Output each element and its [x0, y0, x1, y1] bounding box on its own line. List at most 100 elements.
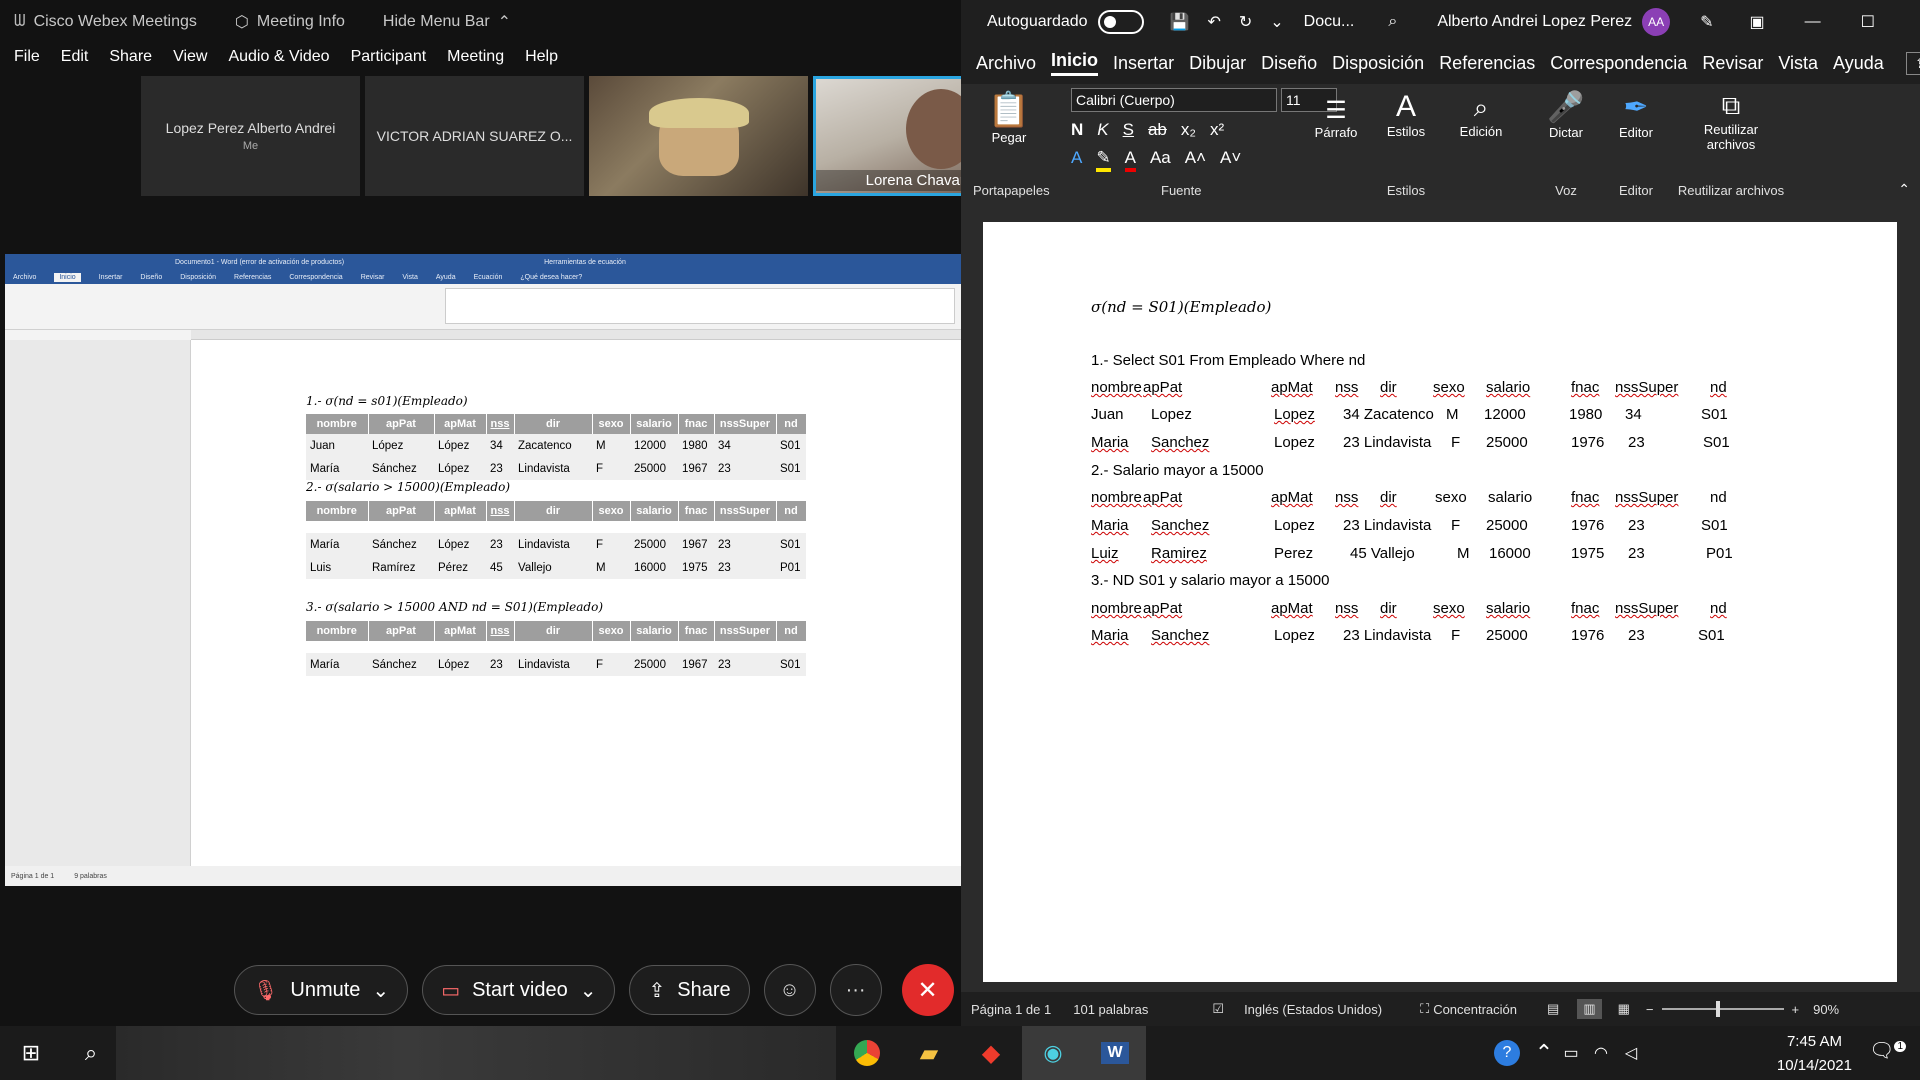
- maximize-icon[interactable]: ☐: [1861, 12, 1875, 32]
- autosave-toggle[interactable]: [1097, 10, 1144, 34]
- chevron-down-icon[interactable]: ⌄: [372, 978, 389, 1003]
- hide-menu-bar-button[interactable]: Hide Menu Bar ⌃: [383, 12, 511, 32]
- zoom-out-icon[interactable]: −: [1646, 1002, 1654, 1017]
- search-icon[interactable]: ⌕: [1474, 92, 1489, 124]
- print-layout-icon[interactable]: ▥: [1577, 999, 1602, 1019]
- reuse-label[interactable]: Reutilizar archivos: [1691, 122, 1771, 152]
- leave-meeting-button[interactable]: ✕: [901, 964, 954, 1016]
- document-name[interactable]: Docu...: [1304, 13, 1355, 31]
- tab-referencias[interactable]: Referencias: [1439, 53, 1535, 74]
- focus-icon[interactable]: ⛶: [1420, 1001, 1429, 1017]
- unmute-button[interactable]: 🎙 Unmute ⌄: [234, 965, 409, 1015]
- zoom-thumb[interactable]: [1715, 1001, 1720, 1017]
- reuse-files-icon[interactable]: ⧉: [1722, 90, 1741, 122]
- minimize-icon[interactable]: —: [1805, 13, 1821, 31]
- menu-view[interactable]: View: [173, 48, 207, 74]
- clock[interactable]: 7:45 AM 10/14/2021: [1777, 1030, 1852, 1078]
- user-name[interactable]: Alberto Andrei Lopez Perez: [1437, 13, 1632, 31]
- collapse-ribbon-icon[interactable]: ⌃: [1898, 181, 1910, 198]
- tab-dibujar[interactable]: Dibujar: [1189, 53, 1246, 74]
- reactions-button[interactable]: ☺: [763, 964, 816, 1016]
- undo-icon[interactable]: ↶: [1207, 12, 1220, 32]
- grow-font-icon[interactable]: A˄: [1185, 148, 1206, 172]
- paragraph-icon[interactable]: ☰: [1325, 96, 1347, 125]
- word-count[interactable]: 101 palabras: [1073, 1002, 1148, 1017]
- document-page[interactable]: σ(nd = S01)(Empleado) 1.- Select S01 Fro…: [983, 222, 1897, 982]
- menu-edit[interactable]: Edit: [61, 48, 89, 74]
- menu-participant[interactable]: Participant: [351, 48, 427, 74]
- more-options-button[interactable]: ···: [829, 964, 882, 1016]
- help-tray-icon[interactable]: ?: [1482, 1028, 1532, 1078]
- editor-icon[interactable]: ✒: [1623, 90, 1648, 125]
- highlight-icon[interactable]: ✎: [1096, 148, 1111, 172]
- read-mode-icon[interactable]: ▤: [1547, 1001, 1559, 1017]
- styles-icon[interactable]: A: [1396, 90, 1416, 124]
- change-case-icon[interactable]: Aa: [1150, 148, 1171, 172]
- menu-audio-video[interactable]: Audio & Video: [228, 48, 329, 74]
- battery-icon[interactable]: ▭: [1556, 1028, 1586, 1078]
- save-icon[interactable]: 💾: [1170, 12, 1190, 32]
- language-status[interactable]: Inglés (Estados Unidos): [1244, 1002, 1382, 1017]
- meeting-info-button[interactable]: ⬡ Meeting Info: [235, 12, 345, 32]
- paragraph-label[interactable]: Párrafo: [1315, 125, 1358, 140]
- tab-revisar[interactable]: Revisar: [1702, 53, 1763, 74]
- web-layout-icon[interactable]: ▦: [1618, 1001, 1630, 1017]
- tab-correspondencia[interactable]: Correspondencia: [1550, 53, 1687, 74]
- microphone-icon[interactable]: 🎤: [1547, 90, 1584, 125]
- menu-file[interactable]: File: [14, 48, 40, 74]
- strikethrough-icon[interactable]: ab: [1148, 120, 1167, 140]
- editor-label[interactable]: Editor: [1619, 125, 1653, 140]
- italic-icon[interactable]: K: [1097, 120, 1108, 140]
- ribbon-display-icon[interactable]: ▣: [1750, 12, 1765, 32]
- search-button[interactable]: ⌕: [66, 1028, 116, 1078]
- menu-help[interactable]: Help: [525, 48, 558, 74]
- start-video-button[interactable]: ▭ Start video ⌄: [422, 965, 616, 1015]
- taskbar-app-explorer[interactable]: ▰: [898, 1026, 960, 1080]
- superscript-icon[interactable]: x²: [1210, 120, 1224, 140]
- pen-icon[interactable]: ✎: [1700, 12, 1713, 32]
- dictate-label[interactable]: Dictar: [1549, 125, 1583, 140]
- font-color-icon[interactable]: A: [1124, 148, 1136, 172]
- tab-insertar[interactable]: Insertar: [1113, 53, 1174, 74]
- tab-inicio[interactable]: Inicio: [1051, 50, 1099, 76]
- shrink-font-icon[interactable]: A˅: [1220, 148, 1241, 172]
- notifications-icon[interactable]: 🗨 1: [1869, 1038, 1906, 1063]
- underline-icon[interactable]: S: [1123, 120, 1134, 140]
- font-name-select[interactable]: Calibri (Cuerpo): [1071, 88, 1277, 112]
- share-doc-icon[interactable]: ⇪: [1905, 51, 1920, 75]
- tab-archivo[interactable]: Archivo: [976, 53, 1036, 74]
- page-count[interactable]: Página 1 de 1: [971, 1002, 1051, 1017]
- taskbar-app-webex[interactable]: ◉: [1022, 1026, 1084, 1080]
- tab-ayuda[interactable]: Ayuda: [1833, 53, 1884, 74]
- tab-disposicion[interactable]: Disposición: [1332, 53, 1424, 74]
- participant-video-tile[interactable]: [589, 76, 808, 196]
- zoom-slider[interactable]: [1661, 1001, 1784, 1017]
- participant-tile[interactable]: Lopez Perez Alberto Andrei Me: [141, 76, 360, 196]
- menu-meeting[interactable]: Meeting: [447, 48, 504, 74]
- search-icon[interactable]: ⌕: [1388, 13, 1397, 31]
- wifi-icon[interactable]: ◠: [1586, 1028, 1616, 1078]
- chevron-down-icon[interactable]: ⌄: [580, 978, 597, 1003]
- bold-icon[interactable]: N: [1071, 120, 1083, 140]
- paste-icon[interactable]: 📋: [988, 90, 1030, 130]
- avatar[interactable]: AA: [1642, 8, 1671, 36]
- zoom-in-icon[interactable]: +: [1792, 1002, 1800, 1017]
- taskbar-app-word[interactable]: W: [1084, 1026, 1146, 1080]
- share-button[interactable]: ⇪ Share: [629, 965, 750, 1015]
- taskbar-app-chrome[interactable]: [836, 1026, 898, 1080]
- proofing-icon[interactable]: ☑: [1212, 1001, 1224, 1017]
- volume-icon[interactable]: ◁: [1616, 1028, 1646, 1078]
- subscript-icon[interactable]: x₂: [1181, 120, 1196, 140]
- paste-label[interactable]: Pegar: [992, 130, 1027, 145]
- menu-share[interactable]: Share: [109, 48, 152, 74]
- zoom-level[interactable]: 90%: [1813, 1002, 1839, 1017]
- styles-label[interactable]: Estilos: [1387, 124, 1425, 139]
- start-button[interactable]: ⊞: [6, 1028, 56, 1078]
- taskbar-app-anydesk[interactable]: ◆: [960, 1026, 1022, 1080]
- text-effects-icon[interactable]: A: [1071, 148, 1082, 172]
- tab-vista[interactable]: Vista: [1778, 53, 1818, 74]
- tab-diseno[interactable]: Diseño: [1261, 53, 1317, 74]
- redo-icon[interactable]: ↻: [1239, 12, 1252, 32]
- tray-overflow-icon[interactable]: ⌃: [1532, 1028, 1556, 1078]
- customize-toolbar-icon[interactable]: ⌄: [1270, 12, 1283, 32]
